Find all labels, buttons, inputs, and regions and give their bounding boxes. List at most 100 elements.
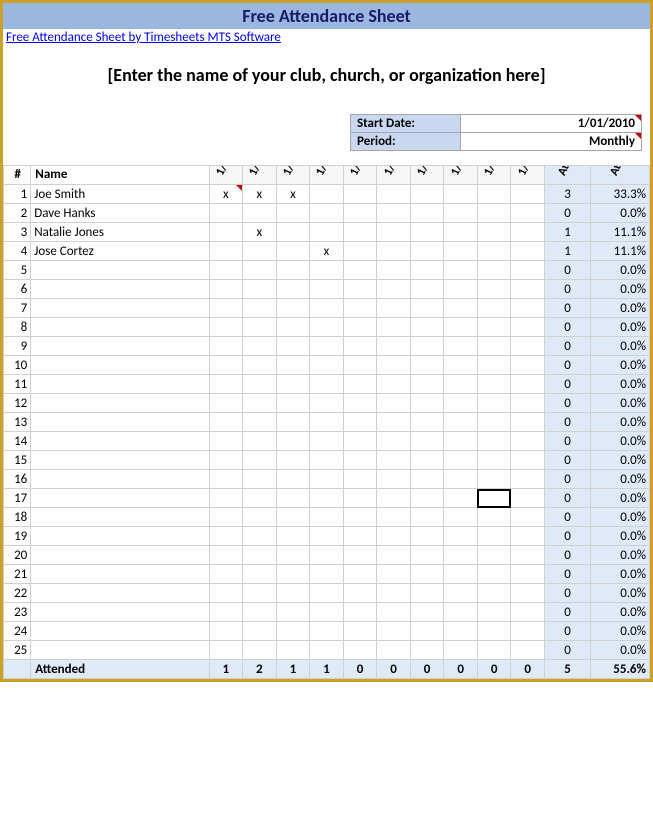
mark-cell[interactable]: [310, 337, 344, 356]
mark-cell[interactable]: [444, 546, 478, 565]
mark-cell[interactable]: [310, 565, 344, 584]
mark-cell[interactable]: [410, 375, 444, 394]
mark-cell[interactable]: [377, 280, 411, 299]
mark-cell[interactable]: [410, 432, 444, 451]
mark-cell[interactable]: [477, 223, 511, 242]
mark-cell[interactable]: [377, 223, 411, 242]
mark-cell[interactable]: [477, 622, 511, 641]
start-date-value[interactable]: 1/01/2010: [461, 115, 641, 132]
mark-cell[interactable]: [209, 565, 243, 584]
mark-cell[interactable]: [444, 432, 478, 451]
mark-cell[interactable]: [511, 432, 545, 451]
mark-cell[interactable]: [477, 242, 511, 261]
mark-cell[interactable]: [511, 413, 545, 432]
mark-cell[interactable]: [511, 356, 545, 375]
mark-cell[interactable]: [477, 641, 511, 660]
mark-cell[interactable]: [276, 603, 310, 622]
mark-cell[interactable]: [444, 565, 478, 584]
mark-cell[interactable]: [209, 223, 243, 242]
mark-cell[interactable]: [511, 641, 545, 660]
mark-cell[interactable]: [209, 356, 243, 375]
mark-cell[interactable]: [477, 280, 511, 299]
mark-cell[interactable]: [343, 603, 377, 622]
mark-cell[interactable]: [377, 470, 411, 489]
mark-cell[interactable]: [444, 185, 478, 204]
mark-cell[interactable]: [276, 356, 310, 375]
mark-cell[interactable]: [511, 204, 545, 223]
mark-cell[interactable]: [377, 622, 411, 641]
mark-cell[interactable]: [511, 261, 545, 280]
mark-cell[interactable]: [343, 451, 377, 470]
mark-cell[interactable]: [343, 622, 377, 641]
mark-cell[interactable]: [343, 432, 377, 451]
mark-cell[interactable]: [377, 318, 411, 337]
mark-cell[interactable]: [477, 261, 511, 280]
mark-cell[interactable]: [243, 413, 277, 432]
mark-cell[interactable]: [209, 394, 243, 413]
name-cell[interactable]: [31, 337, 209, 356]
mark-cell[interactable]: [410, 451, 444, 470]
mark-cell[interactable]: [276, 280, 310, 299]
mark-cell[interactable]: [410, 280, 444, 299]
mark-cell[interactable]: [343, 508, 377, 527]
mark-cell[interactable]: [343, 413, 377, 432]
name-cell[interactable]: [31, 470, 209, 489]
mark-cell[interactable]: [477, 565, 511, 584]
mark-cell[interactable]: [377, 584, 411, 603]
mark-cell[interactable]: [444, 413, 478, 432]
mark-cell[interactable]: [477, 375, 511, 394]
mark-cell[interactable]: [377, 565, 411, 584]
mark-cell[interactable]: [511, 527, 545, 546]
mark-cell[interactable]: [276, 470, 310, 489]
mark-cell[interactable]: [410, 185, 444, 204]
mark-cell[interactable]: [343, 337, 377, 356]
mark-cell[interactable]: [243, 565, 277, 584]
name-cell[interactable]: [31, 356, 209, 375]
name-cell[interactable]: Natalie Jones: [31, 223, 209, 242]
mark-cell[interactable]: x: [243, 223, 277, 242]
mark-cell[interactable]: [276, 641, 310, 660]
mark-cell[interactable]: [209, 375, 243, 394]
mark-cell[interactable]: [511, 185, 545, 204]
name-cell[interactable]: [31, 261, 209, 280]
name-cell[interactable]: Dave Hanks: [31, 204, 209, 223]
mark-cell[interactable]: [243, 204, 277, 223]
mark-cell[interactable]: [511, 489, 545, 508]
mark-cell[interactable]: [377, 489, 411, 508]
mark-cell[interactable]: [276, 394, 310, 413]
mark-cell[interactable]: [477, 603, 511, 622]
mark-cell[interactable]: [377, 261, 411, 280]
mark-cell[interactable]: [511, 318, 545, 337]
mark-cell[interactable]: [243, 451, 277, 470]
mark-cell[interactable]: x: [209, 185, 243, 204]
mark-cell[interactable]: [310, 470, 344, 489]
mark-cell[interactable]: [243, 318, 277, 337]
name-cell[interactable]: [31, 318, 209, 337]
mark-cell[interactable]: [444, 622, 478, 641]
mark-cell[interactable]: [209, 261, 243, 280]
mark-cell[interactable]: [410, 318, 444, 337]
mark-cell[interactable]: [410, 356, 444, 375]
mark-cell[interactable]: [310, 584, 344, 603]
mark-cell[interactable]: [477, 204, 511, 223]
mark-cell[interactable]: [511, 622, 545, 641]
name-cell[interactable]: [31, 584, 209, 603]
mark-cell[interactable]: [511, 603, 545, 622]
name-cell[interactable]: [31, 527, 209, 546]
mark-cell[interactable]: [310, 299, 344, 318]
mark-cell[interactable]: [243, 489, 277, 508]
mark-cell[interactable]: [377, 432, 411, 451]
mark-cell[interactable]: [209, 508, 243, 527]
org-title[interactable]: [Enter the name of your club, church, or…: [3, 64, 650, 86]
mark-cell[interactable]: [444, 242, 478, 261]
mark-cell[interactable]: [410, 204, 444, 223]
mark-cell[interactable]: [310, 223, 344, 242]
mark-cell[interactable]: [511, 337, 545, 356]
mark-cell[interactable]: [276, 223, 310, 242]
mark-cell[interactable]: [410, 622, 444, 641]
mark-cell[interactable]: [444, 584, 478, 603]
mark-cell[interactable]: [444, 470, 478, 489]
mark-cell[interactable]: [511, 451, 545, 470]
mark-cell[interactable]: [243, 242, 277, 261]
mark-cell[interactable]: [410, 508, 444, 527]
